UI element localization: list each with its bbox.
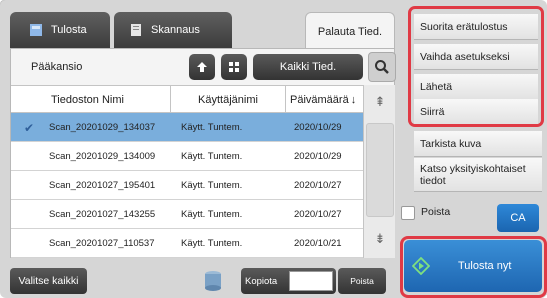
scrollbar-thumb[interactable] — [366, 123, 394, 217]
view-details-button[interactable]: Katso yksityiskohtaiset tiedot — [414, 158, 542, 192]
file-name: Scan_20201027_110537 — [49, 238, 155, 249]
search-button[interactable] — [368, 52, 396, 82]
tab-scan[interactable]: Skannaus — [114, 12, 232, 48]
tab-recall-label: Palauta Tied. — [317, 25, 383, 38]
file-date: 2020/10/29 — [294, 151, 342, 162]
list-scrollbar[interactable]: ⇞ ⇟ — [363, 85, 395, 258]
file-name: Scan_20201027_143255 — [49, 209, 156, 220]
search-icon — [375, 60, 389, 74]
copies-label: Kopiota — [245, 275, 278, 287]
send-button[interactable]: Lähetä — [414, 74, 538, 100]
all-files-button[interactable]: Kaikki Tied. — [253, 54, 363, 80]
file-list-panel: Pääkansio Kaikki Tied. Tiedoston Nimi Kä… — [10, 48, 396, 258]
delete-after-label: Poista — [421, 206, 451, 218]
file-user: Käytt. Tuntem. — [181, 151, 243, 162]
table-row[interactable]: Scan_20201029_134009 Käytt. Tuntem. 2020… — [11, 142, 363, 171]
check-icon: ✔ — [24, 120, 35, 135]
file-user: Käytt. Tuntem. — [181, 238, 243, 249]
file-user: Käytt. Tuntem. — [181, 209, 243, 220]
file-date: 2020/10/27 — [294, 209, 342, 220]
check-image-button[interactable]: Tarkista kuva — [414, 131, 542, 157]
arrow-up-icon — [197, 62, 207, 72]
header-date[interactable]: Päivämäärä ↓ — [286, 86, 363, 114]
tab-recall[interactable]: Palauta Tied. — [305, 12, 395, 50]
file-name: Scan_20201027_195401 — [49, 180, 156, 191]
tab-print-label: Tulosta — [51, 24, 87, 36]
scroll-bottom-icon[interactable]: ⇟ — [366, 225, 394, 253]
grid-icon — [229, 62, 239, 72]
sort-down-icon: ↓ — [350, 94, 357, 106]
folder-up-button[interactable] — [189, 54, 215, 80]
file-date: 2020/10/21 — [294, 238, 342, 249]
file-name: Scan_20201029_134009 — [49, 151, 156, 162]
copies-button[interactable]: Kopiota — [241, 268, 336, 294]
file-date: 2020/10/29 — [294, 122, 342, 133]
clear-all-button[interactable]: CA — [497, 204, 539, 232]
view-toggle-button[interactable] — [221, 54, 247, 80]
scroll-top-icon[interactable]: ⇞ — [366, 88, 394, 116]
action-group-highlight: Suorita erätulostus Vaihda asetukseksi L… — [408, 6, 544, 127]
tab-print[interactable]: Tulosta — [10, 12, 110, 48]
copies-input[interactable] — [289, 271, 333, 291]
change-settings-button[interactable]: Vaihda asetukseksi — [414, 44, 538, 70]
file-date: 2020/10/27 — [294, 180, 342, 191]
table-row[interactable]: Scan_20201027_110537 Käytt. Tuntem. 2020… — [11, 229, 363, 258]
select-all-button[interactable]: Valitse kaikki — [10, 268, 87, 294]
file-rows: ✔ Scan_20201029_134037 Käytt. Tuntem. 20… — [11, 113, 363, 258]
folder-label: Pääkansio — [31, 61, 83, 73]
batch-print-button[interactable]: Suorita erätulostus — [414, 14, 538, 40]
file-name: Scan_20201029_134037 — [49, 122, 156, 133]
header-file-name[interactable]: Tiedoston Nimi — [11, 86, 171, 114]
file-user: Käytt. Tuntem. — [181, 122, 243, 133]
table-row[interactable]: ✔ Scan_20201029_134037 Käytt. Tuntem. 20… — [11, 113, 363, 142]
delete-button[interactable]: Poista — [338, 268, 386, 294]
tab-scan-label: Skannaus — [151, 24, 200, 36]
move-button[interactable]: Siirrä — [414, 99, 538, 124]
header-user-name[interactable]: Käyttäjänimi — [171, 86, 286, 114]
print-now-button[interactable]: Tulosta nyt — [404, 240, 542, 292]
table-row[interactable]: Scan_20201027_143255 Käytt. Tuntem. 2020… — [11, 200, 363, 229]
storage-icon — [205, 271, 221, 291]
print-tab-icon — [30, 24, 42, 36]
table-row[interactable]: Scan_20201027_195401 Käytt. Tuntem. 2020… — [11, 171, 363, 200]
delete-after-checkbox[interactable] — [401, 206, 415, 220]
file-user: Käytt. Tuntem. — [181, 180, 243, 191]
bottom-bar: Valitse kaikki Kopiota Poista — [10, 266, 395, 296]
table-header: Tiedoston Nimi Käyttäjänimi Päivämäärä ↓ — [11, 85, 363, 114]
scan-tab-icon — [131, 24, 141, 36]
start-diamond-icon — [412, 257, 430, 275]
print-now-label: Tulosta nyt — [458, 260, 512, 272]
